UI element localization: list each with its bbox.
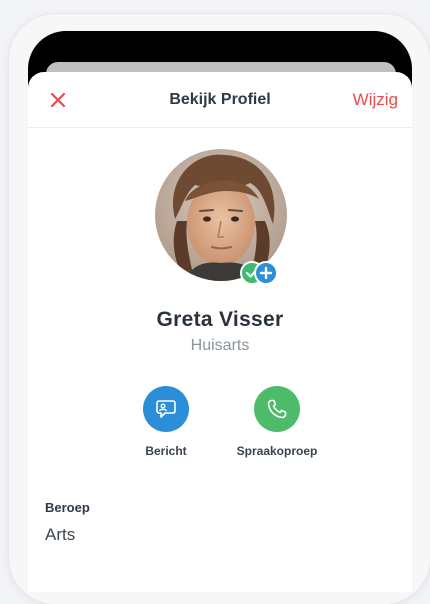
profile-role: Huisarts (190, 337, 250, 354)
voice-call-button[interactable] (254, 386, 300, 432)
message-bubble-icon (156, 400, 176, 418)
profile-name: Greta Visser (156, 308, 284, 331)
profile-sheet: Bekijk Profiel Wijzig Greta Visser Huisa… (28, 72, 412, 592)
add-contact-badge[interactable] (254, 261, 278, 285)
message-action: Bericht (111, 386, 221, 458)
voice-call-label: Spraakoproep (236, 444, 318, 458)
message-button[interactable] (143, 386, 189, 432)
voice-call-action: Spraakoproep (222, 386, 332, 458)
phone-icon (267, 399, 287, 419)
occupation-value: Arts (45, 525, 76, 544)
plus-icon (259, 266, 273, 280)
message-label: Bericht (145, 444, 187, 458)
navigation-bar: Bekijk Profiel Wijzig (28, 72, 412, 128)
avatar-container (155, 149, 287, 285)
edit-button[interactable]: Wijzig (353, 90, 398, 110)
occupation-label: Beroep (45, 500, 90, 515)
